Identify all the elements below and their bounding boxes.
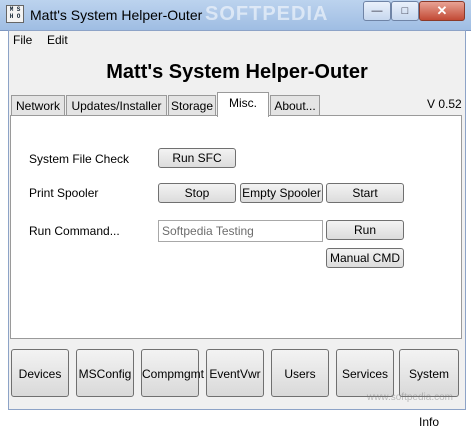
devices-button[interactable]: Devices [11,349,69,397]
app-icon-letter: M [9,6,14,13]
command-input[interactable] [158,220,323,242]
app-header-title: Matt's System Helper-Outer [106,61,368,83]
window-title: Matt's System Helper-Outer [30,7,203,23]
manual-cmd-button[interactable]: Manual CMD [326,248,404,268]
tab-about[interactable]: About... [270,95,320,115]
tab-misc[interactable]: Misc. [217,92,269,117]
softpedia-watermark: SOFTPEDIA [205,3,329,25]
system-info-button[interactable]: System Info [399,349,459,429]
client-area: File Edit Matt's System Helper-Outer Net… [8,30,466,429]
minimize-button[interactable]: — [363,1,391,21]
stop-spooler-button[interactable]: Stop [158,183,236,203]
users-button[interactable]: Users [271,349,329,397]
msconfig-button[interactable]: MSConfig [76,349,134,397]
print-spooler-label: Print Spooler [29,186,99,200]
maximize-button[interactable]: □ [391,1,419,21]
services-button[interactable]: Services [336,349,394,397]
title-bar: MS HO Matt's System Helper-Outer SOFTPED… [0,0,471,31]
empty-spooler-button[interactable]: Empty Spooler [240,183,323,203]
app-icon-letter: H [9,13,14,20]
compmgmt-button[interactable]: Compmgmt [141,349,204,397]
close-button[interactable]: ✕ [419,1,465,21]
app-icon-letter: O [16,13,21,20]
run-sfc-button[interactable]: Run SFC [158,148,236,168]
version-label: V 0.52 [427,97,462,111]
app-icon[interactable]: MS HO [6,5,24,23]
tab-storage[interactable]: Storage [168,95,216,115]
menu-file[interactable]: File [13,33,32,47]
menu-bar: File Edit [9,31,465,50]
tab-network[interactable]: Network [11,95,65,115]
run-command-label: Run Command... [29,224,120,238]
tab-updates-installer[interactable]: Updates/Installer [66,95,167,115]
run-button[interactable]: Run [326,220,404,240]
softpedia-url-watermark: www.softpedia.com [366,392,453,403]
eventvwr-button[interactable]: EventVwr [206,349,264,397]
menu-edit[interactable]: Edit [47,33,68,47]
app-icon-letter: S [16,6,21,13]
sfc-label: System File Check [29,152,130,166]
misc-tab-panel: System File Check Run SFC Print Spooler … [10,115,462,339]
start-spooler-button[interactable]: Start [326,183,404,203]
